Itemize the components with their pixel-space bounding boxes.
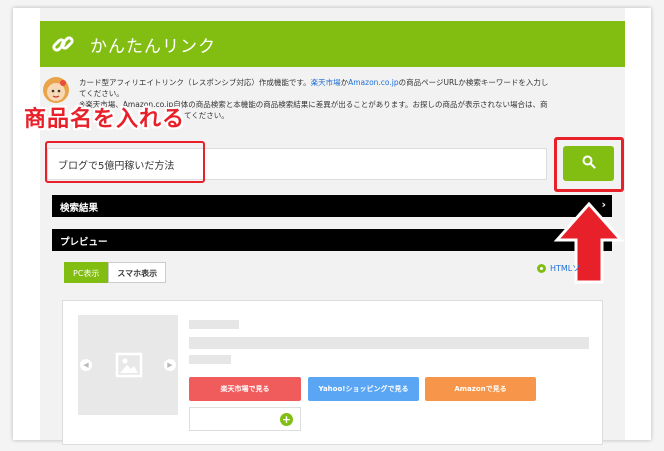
preview-tabs: PC表示 スマホ表示 bbox=[64, 262, 167, 283]
plus-icon[interactable]: + bbox=[280, 413, 293, 426]
avatar bbox=[42, 76, 70, 104]
description-line: の商品ページURLか検索キーワードを入力し bbox=[398, 78, 549, 87]
tab-smartphone[interactable]: スマホ表示 bbox=[108, 262, 167, 283]
page-title: かんたんリンク bbox=[90, 36, 216, 57]
rakuten-link[interactable]: 楽天市場 bbox=[311, 78, 341, 87]
rakuten-button[interactable]: 楽天市場で見る bbox=[189, 377, 301, 401]
page-header: かんたんリンク bbox=[40, 21, 625, 67]
preview-heading: プレビュー bbox=[60, 237, 108, 248]
results-section-header[interactable]: 検索結果 › bbox=[52, 195, 612, 217]
link-card-preview: ◀ ▶ 楽天市場で見る Yahoo!ショッピングで見る Amazonで見る + bbox=[62, 300, 603, 445]
tab-pc[interactable]: PC表示 bbox=[64, 262, 109, 283]
title-placeholder bbox=[189, 320, 239, 329]
results-heading: 検索結果 bbox=[60, 203, 99, 214]
amazon-link[interactable]: Amazon.co.jp bbox=[348, 78, 399, 87]
next-arrow-icon[interactable]: ▶ bbox=[164, 359, 176, 371]
annotation-button-highlight bbox=[554, 137, 624, 192]
prev-arrow-icon[interactable]: ◀ bbox=[80, 359, 92, 371]
add-button-slot: + bbox=[189, 407, 301, 431]
amazon-button[interactable]: Amazonで見る bbox=[425, 377, 536, 401]
link-icon bbox=[46, 21, 80, 67]
description-line: か bbox=[340, 78, 349, 87]
html-link[interactable]: HTMLソ bbox=[537, 263, 580, 274]
preview-section-header: プレビュー bbox=[52, 229, 612, 251]
product-image-placeholder: ◀ ▶ bbox=[78, 315, 178, 415]
annotation-label: 商品名を入れる bbox=[24, 107, 186, 132]
description-line: てください。 bbox=[79, 89, 124, 98]
annotation-input-highlight bbox=[45, 141, 205, 183]
description-line: カード型アフィリエイトリンク（レスポンシブ対応）作成機能です。 bbox=[79, 78, 311, 87]
title-placeholder bbox=[189, 337, 589, 349]
circle-arrow-icon bbox=[537, 264, 546, 273]
yahoo-shopping-button[interactable]: Yahoo!ショッピングで見る bbox=[308, 377, 419, 401]
meta-placeholder bbox=[189, 355, 231, 364]
image-icon bbox=[115, 351, 143, 379]
html-link-label: HTMLソ bbox=[550, 264, 581, 273]
